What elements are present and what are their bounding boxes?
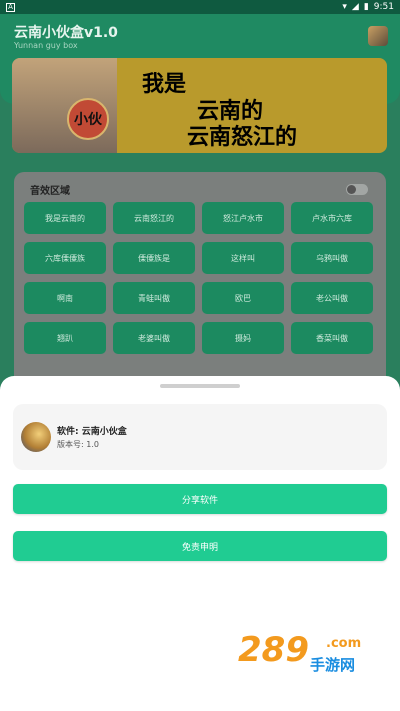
sound-button[interactable]: 傈僳族是 bbox=[113, 242, 195, 274]
sound-button[interactable]: 乌鸦叫傲 bbox=[291, 242, 373, 274]
banner-line-3: 云南怒江的 bbox=[187, 125, 298, 150]
sound-button[interactable]: 六库傈僳族 bbox=[24, 242, 106, 274]
app-info-card: 软件: 云南小伙盒 版本号: 1.0 bbox=[13, 404, 387, 470]
banner-line-1: 我是 bbox=[142, 72, 187, 97]
sheet-drag-handle[interactable] bbox=[160, 384, 240, 388]
sound-panel-title: 音效区域 bbox=[30, 186, 70, 197]
sound-toggle[interactable] bbox=[346, 184, 368, 195]
app-version: 版本号: 1.0 bbox=[57, 440, 99, 449]
app-avatar bbox=[21, 422, 51, 452]
sound-button[interactable]: 老婆叫傲 bbox=[113, 322, 195, 354]
app-name: 软件: 云南小伙盒 bbox=[57, 427, 127, 437]
wifi-icon: ▾ bbox=[342, 2, 347, 12]
battery-icon: ▮ bbox=[363, 2, 369, 12]
sound-grid: 我是云南的 云南怒江的 怒江卢水市 卢水市六库 六库傈僳族 傈僳族是 这样叫 乌… bbox=[24, 202, 378, 354]
watermark-domain: .com bbox=[326, 636, 362, 651]
sound-button[interactable]: 青蛙叫傲 bbox=[113, 282, 195, 314]
watermark-text: 手游网 bbox=[310, 656, 356, 674]
sound-button[interactable]: 老公叫傲 bbox=[291, 282, 373, 314]
notification-icon: A bbox=[6, 2, 15, 12]
sound-button[interactable]: 云南怒江的 bbox=[113, 202, 195, 234]
sound-button[interactable]: 怒江卢水市 bbox=[202, 202, 284, 234]
sound-button[interactable]: 摄妈 bbox=[202, 322, 284, 354]
banner-image: 小伙 我是 云南的 云南怒江的 bbox=[12, 58, 387, 153]
clock: 9:51 bbox=[373, 2, 394, 12]
app-subtitle: Yunnan guy box bbox=[14, 41, 78, 50]
sound-button[interactable]: 卢水市六库 bbox=[291, 202, 373, 234]
status-bar: A ▾ ◢ ▮ 9:51 bbox=[0, 0, 400, 14]
sound-button[interactable]: 这样叫 bbox=[202, 242, 284, 274]
sound-button[interactable]: 翘趴 bbox=[24, 322, 106, 354]
sound-button[interactable]: 欧巴 bbox=[202, 282, 284, 314]
watermark-number: 289 bbox=[238, 630, 309, 670]
disclaimer-button[interactable]: 免责申明 bbox=[13, 531, 387, 561]
share-button[interactable]: 分享软件 bbox=[13, 484, 387, 514]
sound-panel: 音效区域 我是云南的 云南怒江的 怒江卢水市 卢水市六库 六库傈僳族 傈僳族是 … bbox=[14, 172, 386, 392]
sound-button[interactable]: 我是云南的 bbox=[24, 202, 106, 234]
banner-tag: 小伙 bbox=[67, 98, 109, 140]
header-avatar[interactable] bbox=[368, 26, 388, 46]
sound-button[interactable]: 啊南 bbox=[24, 282, 106, 314]
watermark-logo: 289 .com 手游网 bbox=[238, 630, 378, 678]
sound-button[interactable]: 香菜叫傲 bbox=[291, 322, 373, 354]
signal-icon: ◢ bbox=[351, 2, 359, 12]
app-title: 云南小伙盒v1.0 bbox=[14, 25, 118, 41]
